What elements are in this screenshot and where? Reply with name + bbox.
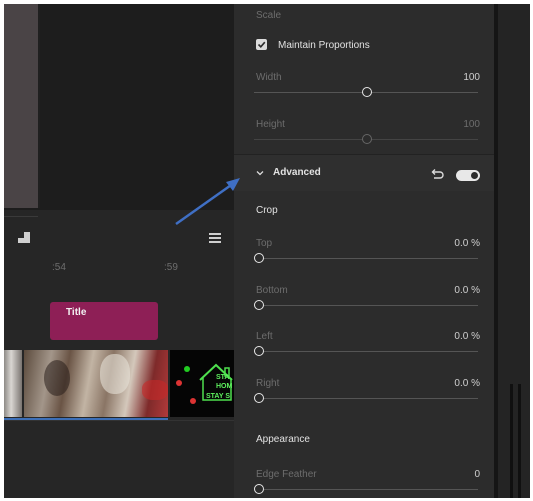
crop-left-label: Left xyxy=(256,331,273,342)
crop-left-slider-thumb[interactable] xyxy=(254,346,264,356)
preview-divider xyxy=(38,4,40,208)
width-slider[interactable] xyxy=(254,87,478,98)
crop-bottom-slider-thumb[interactable] xyxy=(254,300,264,310)
advanced-title: Advanced xyxy=(273,167,321,178)
advanced-toggle-switch[interactable] xyxy=(456,170,480,181)
crop-bottom-label: Bottom xyxy=(256,285,288,296)
crop-bottom-slider[interactable] xyxy=(254,300,478,311)
editor-window: :54 :59 Title STA HOM STAY S Scale Maint… xyxy=(4,4,530,498)
crop-left-value[interactable]: 0.0 % xyxy=(420,331,480,342)
track-divider xyxy=(4,420,234,421)
crop-top-slider[interactable] xyxy=(254,253,478,264)
reset-icon[interactable] xyxy=(430,168,444,180)
video-clip-thumbnail[interactable]: STA HOM STAY S xyxy=(170,350,234,417)
checkmark-icon xyxy=(257,41,266,48)
video-clip-thumbnail[interactable] xyxy=(4,350,22,417)
clip-neon-text: STAY S xyxy=(206,393,230,400)
crop-right-slider-thumb[interactable] xyxy=(254,393,264,403)
video-track: STA HOM STAY S xyxy=(4,350,234,420)
scrollbar[interactable] xyxy=(510,384,513,498)
crop-bottom-value[interactable]: 0.0 % xyxy=(420,285,480,296)
width-slider-thumb[interactable] xyxy=(362,87,372,97)
height-value: 100 xyxy=(463,119,480,130)
edge-feather-label: Edge Feather xyxy=(256,469,317,480)
edge-feather-slider-thumb[interactable] xyxy=(254,484,264,494)
timeline-ruler-label: :59 xyxy=(164,262,178,273)
height-slider xyxy=(254,134,478,145)
scale-heading: Scale xyxy=(256,10,282,21)
crop-top-label: Top xyxy=(256,238,273,249)
video-clip-thumbnail[interactable] xyxy=(24,350,168,417)
title-clip[interactable]: Title xyxy=(50,302,158,340)
marker-icon[interactable] xyxy=(18,232,30,244)
crop-right-value[interactable]: 0.0 % xyxy=(420,378,480,389)
crop-top-value[interactable]: 0.0 % xyxy=(420,238,480,249)
hamburger-menu-icon[interactable] xyxy=(209,233,221,243)
appearance-heading: Appearance xyxy=(256,434,310,445)
title-clip-label: Title xyxy=(66,307,87,318)
width-label: Width xyxy=(256,72,282,83)
program-monitor-preview xyxy=(4,4,38,208)
properties-panel: Scale Maintain Proportions Width 100 Hei… xyxy=(234,4,496,498)
timeline-ruler-label: :54 xyxy=(52,262,66,273)
chevron-down-icon[interactable] xyxy=(256,169,264,177)
annotation-arrow xyxy=(175,178,240,226)
side-scroll-column xyxy=(498,4,530,498)
maintain-proportions-label: Maintain Proportions xyxy=(278,40,370,51)
maintain-proportions-checkbox[interactable] xyxy=(256,39,267,50)
height-slider-thumb xyxy=(362,134,372,144)
crop-right-label: Right xyxy=(256,378,280,389)
timeline-divider xyxy=(4,216,38,217)
clip-neon-text: STA xyxy=(216,374,230,381)
crop-heading: Crop xyxy=(256,205,278,216)
crop-left-slider[interactable] xyxy=(254,346,478,357)
crop-top-slider-thumb[interactable] xyxy=(254,253,264,263)
crop-right-slider[interactable] xyxy=(254,393,478,404)
width-value[interactable]: 100 xyxy=(420,72,480,83)
scrollbar[interactable] xyxy=(518,384,521,498)
height-label: Height xyxy=(256,119,285,130)
advanced-section-header[interactable]: Advanced xyxy=(234,155,496,191)
clip-neon-text: HOM xyxy=(216,383,233,390)
edge-feather-slider[interactable] xyxy=(254,484,478,495)
edge-feather-value[interactable]: 0 xyxy=(420,469,480,480)
